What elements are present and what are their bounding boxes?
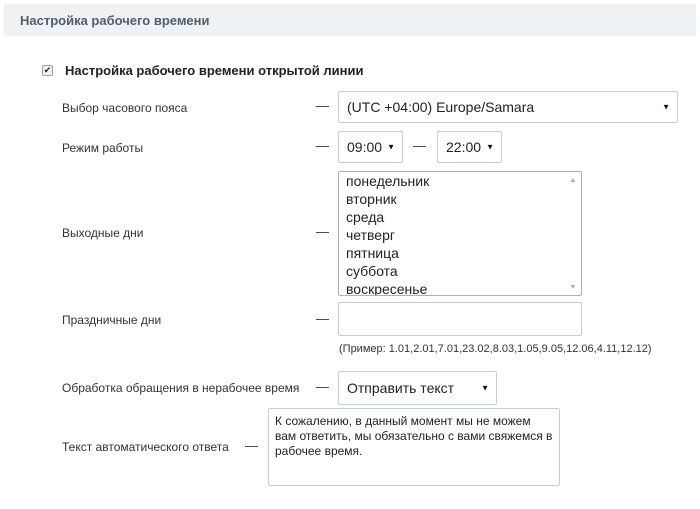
section-title: Настройка рабочего времени	[20, 12, 210, 28]
work-to-select[interactable]: 22:00 ▼	[437, 131, 502, 163]
days-off-listbox[interactable]: понедельник вторник среда четверг пятниц…	[338, 171, 582, 296]
scroll-up-arrow-icon[interactable]: ▲	[566, 173, 580, 187]
work-mode-dash: —	[316, 138, 329, 153]
timezone-dash: —	[316, 98, 329, 113]
work-from-value: 09:00	[347, 139, 383, 155]
list-item[interactable]: воскресенье	[346, 280, 429, 295]
list-item[interactable]: понедельник	[346, 172, 429, 190]
off-hours-select[interactable]: Отправить текст ▼	[338, 371, 497, 405]
timezone-select[interactable]: (UTC +04:00) Europe/Samara ▼	[338, 91, 678, 123]
caret-down-icon: ▼	[387, 142, 395, 152]
work-from-select[interactable]: 09:00 ▼	[338, 131, 403, 163]
off-hours-dash: —	[316, 379, 329, 394]
holidays-input[interactable]	[338, 302, 582, 336]
working-hours-checkbox[interactable]: ✔	[42, 64, 53, 76]
holidays-hint: (Пример: 1.01,2.01,7.01,23.02,8.03,1.05,…	[339, 343, 652, 355]
days-off-options: понедельник вторник среда четверг пятниц…	[346, 172, 429, 295]
working-hours-toggle-label: Настройка рабочего времени открытой лини…	[65, 62, 364, 78]
work-to-value: 22:00	[446, 139, 482, 155]
working-hours-toggle[interactable]: ✔ Настройка рабочего времени открытой ли…	[40, 62, 363, 78]
list-item[interactable]: среда	[346, 208, 429, 226]
work-range-dash: —	[413, 138, 426, 153]
caret-down-icon: ▼	[481, 383, 489, 393]
auto-reply-label: Текст автоматического ответа	[62, 440, 229, 454]
working-hours-settings: Настройка рабочего времени ✔ Настройка р…	[0, 0, 700, 509]
caret-down-icon: ▼	[662, 102, 670, 112]
list-item[interactable]: вторник	[346, 190, 429, 208]
days-off-dash: —	[316, 224, 329, 239]
timezone-label: Выбор часового пояса	[62, 101, 188, 115]
scroll-down-arrow-icon[interactable]: ▼	[566, 280, 580, 294]
days-off-label: Выходные дни	[62, 226, 144, 240]
timezone-value: (UTC +04:00) Europe/Samara	[347, 99, 535, 115]
auto-reply-dash: —	[245, 438, 258, 453]
auto-reply-text: К сожалению, в данный момент мы не можем…	[275, 414, 553, 458]
holidays-dash: —	[316, 311, 329, 326]
caret-down-icon: ▼	[486, 142, 494, 152]
off-hours-value: Отправить текст	[347, 380, 455, 396]
off-hours-label: Обработка обращения в нерабочее время	[62, 381, 300, 395]
listbox-scrollbar[interactable]: ▲ ▼	[566, 173, 580, 294]
checkmark-icon: ✔	[43, 64, 52, 75]
section-header: Настройка рабочего времени	[4, 4, 696, 36]
list-item[interactable]: суббота	[346, 262, 429, 280]
list-item[interactable]: пятница	[346, 244, 429, 262]
list-item[interactable]: четверг	[346, 226, 429, 244]
work-mode-label: Режим работы	[62, 141, 144, 155]
auto-reply-textarea[interactable]: К сожалению, в данный момент мы не можем…	[268, 408, 560, 486]
holidays-label: Праздничные дни	[62, 313, 162, 327]
